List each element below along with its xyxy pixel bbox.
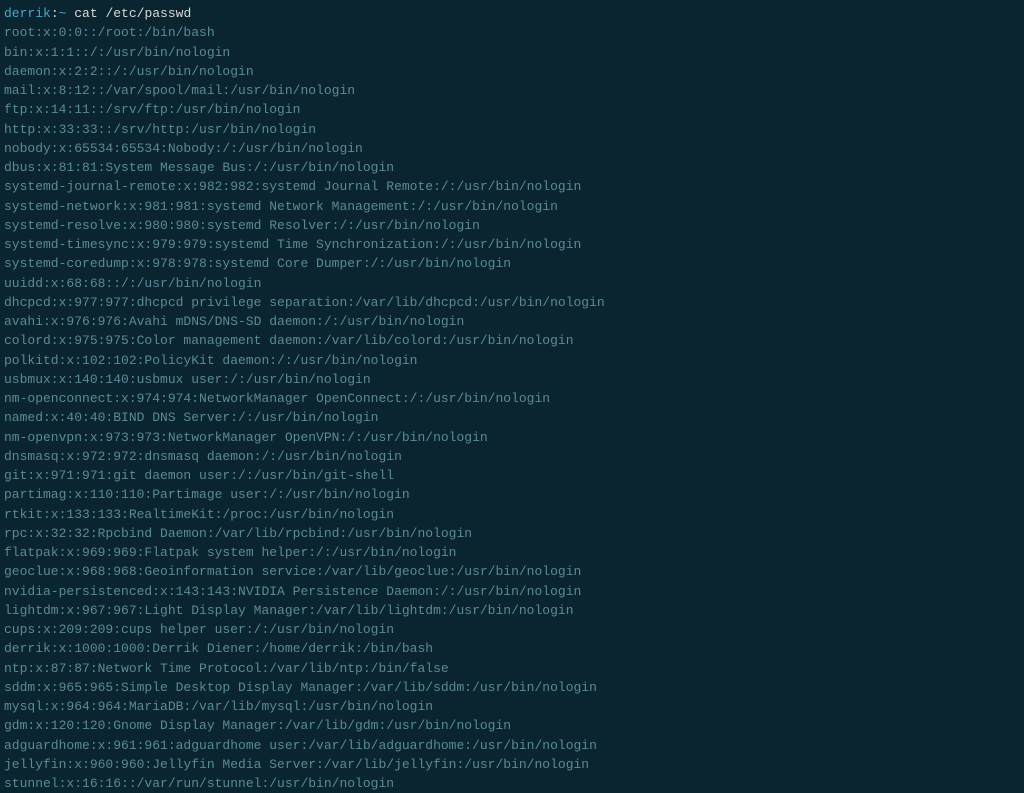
terminal-window[interactable]: derrik:~ cat /etc/passwd root:x:0:0::/ro… [4, 4, 1020, 786]
output-line: mysql:x:964:964:MariaDB:/var/lib/mysql:/… [4, 697, 1020, 716]
output-line: stunnel:x:16:16::/var/run/stunnel:/usr/b… [4, 774, 1020, 793]
output-line: jellyfin:x:960:960:Jellyfin Media Server… [4, 755, 1020, 774]
output-line: systemd-journal-remote:x:982:982:systemd… [4, 177, 1020, 196]
output-line: nm-openvpn:x:973:973:NetworkManager Open… [4, 428, 1020, 447]
output-line: named:x:40:40:BIND DNS Server:/:/usr/bin… [4, 408, 1020, 427]
output-line: lightdm:x:967:967:Light Display Manager:… [4, 601, 1020, 620]
output-line: git:x:971:971:git daemon user:/:/usr/bin… [4, 466, 1020, 485]
output-line: rpc:x:32:32:Rpcbind Daemon:/var/lib/rpcb… [4, 524, 1020, 543]
output-line: flatpak:x:969:969:Flatpak system helper:… [4, 543, 1020, 562]
output-line: geoclue:x:968:968:Geoinformation service… [4, 562, 1020, 581]
output-line: mail:x:8:12::/var/spool/mail:/usr/bin/no… [4, 81, 1020, 100]
output-line: http:x:33:33::/srv/http:/usr/bin/nologin [4, 120, 1020, 139]
output-line: ntp:x:87:87:Network Time Protocol:/var/l… [4, 659, 1020, 678]
output-line: adguardhome:x:961:961:adguardhome user:/… [4, 736, 1020, 755]
output-line: nobody:x:65534:65534:Nobody:/:/usr/bin/n… [4, 139, 1020, 158]
output-line: bin:x:1:1::/:/usr/bin/nologin [4, 43, 1020, 62]
output-line: rtkit:x:133:133:RealtimeKit:/proc:/usr/b… [4, 505, 1020, 524]
output-line: ftp:x:14:11::/srv/ftp:/usr/bin/nologin [4, 100, 1020, 119]
output-line: uuidd:x:68:68::/:/usr/bin/nologin [4, 274, 1020, 293]
terminal-output: root:x:0:0::/root:/bin/bashbin:x:1:1::/:… [4, 23, 1020, 793]
output-line: dhcpcd:x:977:977:dhcpcd privilege separa… [4, 293, 1020, 312]
output-line: cups:x:209:209:cups helper user:/:/usr/b… [4, 620, 1020, 639]
output-line: colord:x:975:975:Color management daemon… [4, 331, 1020, 350]
output-line: derrik:x:1000:1000:Derrik Diener:/home/d… [4, 639, 1020, 658]
prompt-line: derrik:~ cat /etc/passwd [4, 4, 1020, 23]
output-line: systemd-network:x:981:981:systemd Networ… [4, 197, 1020, 216]
output-line: daemon:x:2:2::/:/usr/bin/nologin [4, 62, 1020, 81]
output-line: systemd-resolve:x:980:980:systemd Resolv… [4, 216, 1020, 235]
output-line: nm-openconnect:x:974:974:NetworkManager … [4, 389, 1020, 408]
output-line: usbmux:x:140:140:usbmux user:/:/usr/bin/… [4, 370, 1020, 389]
output-line: avahi:x:976:976:Avahi mDNS/DNS-SD daemon… [4, 312, 1020, 331]
output-line: root:x:0:0::/root:/bin/bash [4, 23, 1020, 42]
prompt-separator: : [51, 6, 59, 21]
output-line: gdm:x:120:120:Gnome Display Manager:/var… [4, 716, 1020, 735]
prompt-user: derrik [4, 6, 51, 21]
output-line: polkitd:x:102:102:PolicyKit daemon:/:/us… [4, 351, 1020, 370]
prompt-command: cat /etc/passwd [66, 6, 191, 21]
output-line: systemd-coredump:x:978:978:systemd Core … [4, 254, 1020, 273]
output-line: partimag:x:110:110:Partimage user:/:/usr… [4, 485, 1020, 504]
output-line: sddm:x:965:965:Simple Desktop Display Ma… [4, 678, 1020, 697]
output-line: dnsmasq:x:972:972:dnsmasq daemon:/:/usr/… [4, 447, 1020, 466]
output-line: nvidia-persistenced:x:143:143:NVIDIA Per… [4, 582, 1020, 601]
output-line: systemd-timesync:x:979:979:systemd Time … [4, 235, 1020, 254]
output-line: dbus:x:81:81:System Message Bus:/:/usr/b… [4, 158, 1020, 177]
